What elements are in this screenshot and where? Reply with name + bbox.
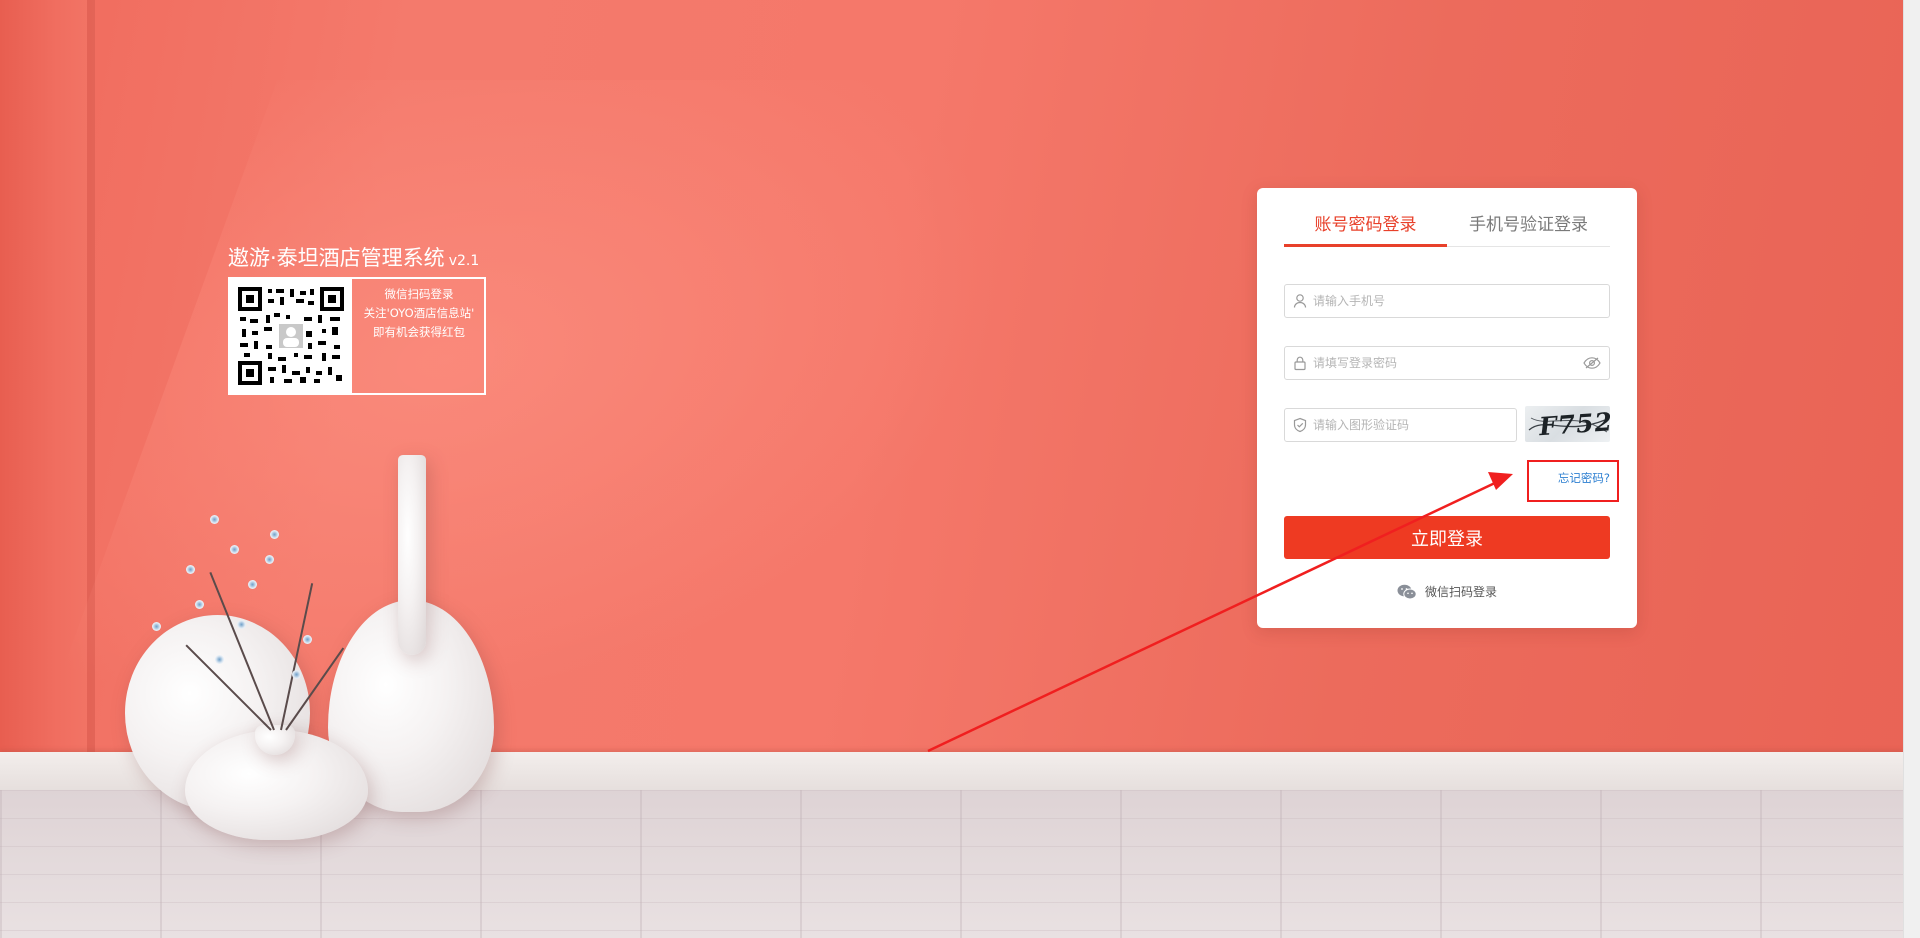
login-tabs: 账号密码登录 手机号验证登录 <box>1284 210 1610 247</box>
brand-heading: 遨游·泰坦酒店管理系统 v2.1 <box>228 242 479 272</box>
wechat-login-link[interactable]: 微信扫码登录 <box>1257 583 1637 600</box>
blossom <box>230 545 239 554</box>
password-input[interactable] <box>1313 347 1568 379</box>
user-icon <box>1293 294 1307 308</box>
blossom <box>270 530 279 539</box>
qr-caption-line: 即有机会获得红包 <box>373 325 465 339</box>
shield-icon <box>1293 417 1307 433</box>
captcha-image[interactable]: F7525 <box>1525 406 1610 442</box>
password-field <box>1284 346 1610 380</box>
blossom <box>303 635 312 644</box>
captcha-input[interactable] <box>1313 409 1513 441</box>
login-page: 遨游·泰坦酒店管理系统 v2.1 微信扫码登录 关注'OYO酒店信息站' 即有机… <box>0 0 1920 938</box>
blossom <box>186 565 195 574</box>
blossom <box>248 580 257 589</box>
page-scrollbar[interactable] <box>1903 0 1920 938</box>
blossom <box>215 655 224 664</box>
lock-icon <box>1294 356 1306 371</box>
blossom <box>210 515 219 524</box>
tall-vase-neck <box>398 455 426 655</box>
qr-code-icon <box>230 279 352 393</box>
app-version: v2.1 <box>448 253 480 269</box>
qr-caption: 微信扫码登录 关注'OYO酒店信息站' 即有机会获得红包 <box>354 285 484 342</box>
wechat-login-label: 微信扫码登录 <box>1424 585 1497 599</box>
blossom <box>265 555 274 564</box>
tab-account-password[interactable]: 账号密码登录 <box>1284 210 1447 247</box>
app-title: 遨游·泰坦酒店管理系统 <box>228 246 445 270</box>
captcha-code: F7525 <box>1538 406 1610 442</box>
blossom <box>195 600 204 609</box>
blossom <box>237 620 246 629</box>
highlight-box <box>1527 460 1619 502</box>
login-submit-button[interactable]: 立即登录 <box>1284 516 1610 559</box>
wechat-icon <box>1397 584 1417 600</box>
tab-phone-verification[interactable]: 手机号验证登录 <box>1447 210 1610 244</box>
qr-caption-line: 微信扫码登录 <box>384 287 454 301</box>
eye-icon[interactable] <box>1583 356 1601 370</box>
phone-input[interactable] <box>1313 285 1603 317</box>
login-card: 账号密码登录 手机号验证登录 请输入手机号 请输入图形验证码 F7525 忘记密… <box>1257 188 1637 628</box>
phone-field <box>1284 284 1610 318</box>
blossom <box>292 670 301 679</box>
wechat-qr-panel: 微信扫码登录 关注'OYO酒店信息站' 即有机会获得红包 <box>228 277 486 395</box>
captcha-field <box>1284 408 1517 442</box>
qr-caption-line: 关注'OYO酒店信息站' <box>363 306 475 320</box>
blossom <box>152 622 161 631</box>
